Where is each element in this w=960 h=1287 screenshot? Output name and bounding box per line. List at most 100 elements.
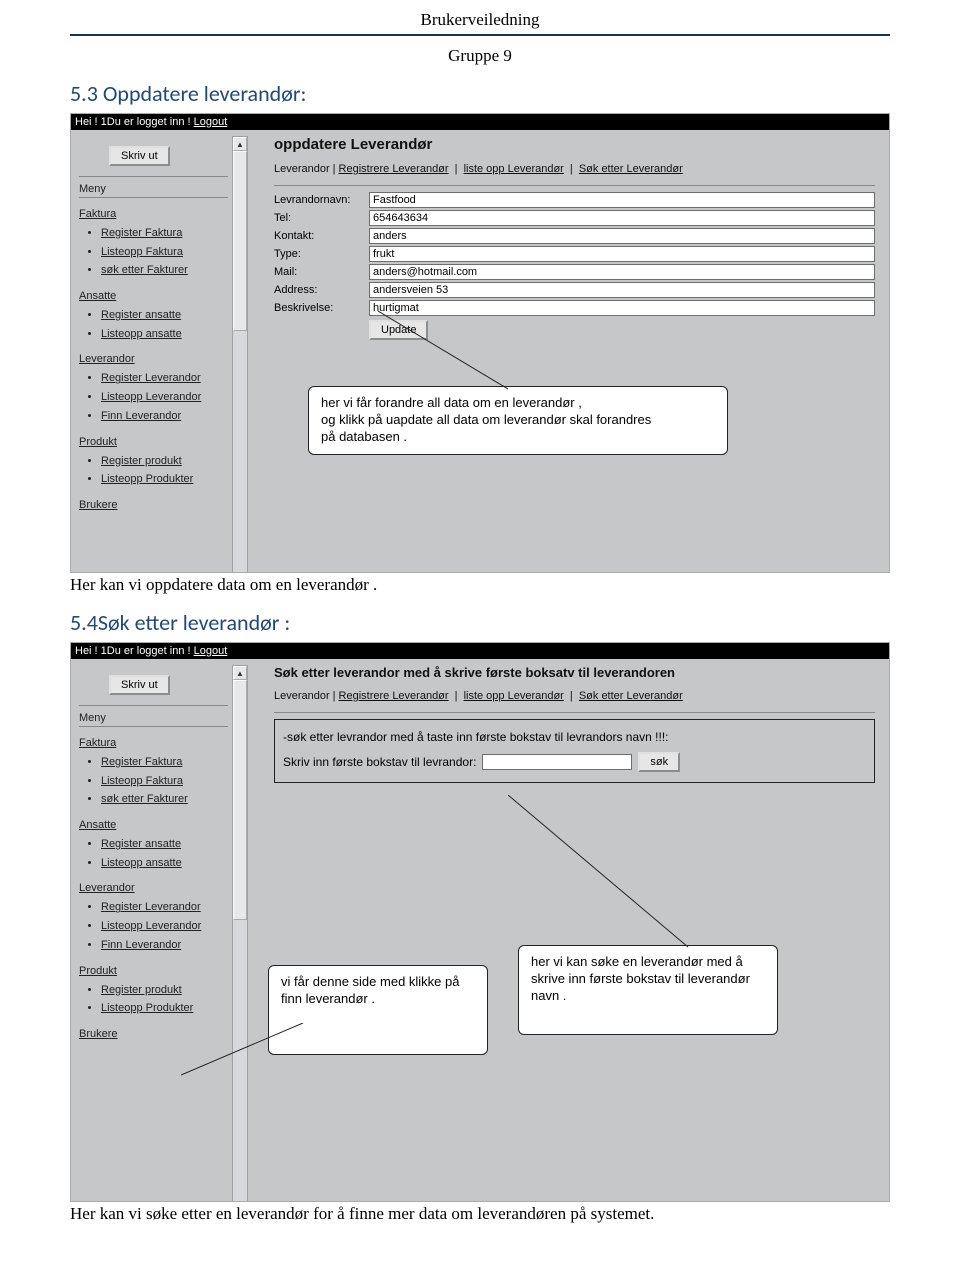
sidebar-item-register-produkt[interactable]: Register produkt [101, 452, 228, 471]
main-area: oppdatere Leverandør Leverandor | Registre… [248, 136, 883, 346]
crumb-registrere[interactable]: Registrere Leverandør [339, 690, 449, 702]
sidebar-item-listeopp-leverandor[interactable]: Listeopp Leverandor [101, 917, 228, 936]
label-levrandornavn: Levrandornavn: [274, 194, 369, 206]
logout-link[interactable]: Logout [194, 645, 228, 657]
greeting-text: Hei ! 1Du er logget inn ! [75, 645, 194, 657]
label-tel: Tel: [274, 212, 369, 224]
crumb-sep: | [570, 163, 573, 175]
topbar: Hei ! 1Du er logget inn ! Logout [71, 114, 889, 130]
breadcrumb: Leverandor | Registrere Leverandør | liste… [274, 690, 875, 702]
caption-54: Her kan vi søke etter en leverandør for … [70, 1204, 890, 1224]
input-address[interactable] [369, 282, 875, 298]
sidebar-section-leverandor: Leverandor [79, 882, 228, 894]
sidebar-section-faktura: Faktura [79, 737, 228, 749]
sidebar-item-sok-fakturer[interactable]: søk etter Fakturer [101, 261, 228, 280]
label-beskrivelse: Beskrivelse: [274, 302, 369, 314]
sidebar-item-register-faktura[interactable]: Register Faktura [101, 753, 228, 772]
doc-title: Brukerveiledning [70, 10, 890, 30]
crumb-sok[interactable]: Søk etter Leverandør [579, 690, 683, 702]
sidebar-item-listeopp-ansatte[interactable]: Listeopp ansatte [101, 325, 228, 344]
label-kontakt: Kontakt: [274, 230, 369, 242]
sidebar-item-register-leverandor[interactable]: Register Leverandor [101, 898, 228, 917]
search-panel: -søk etter levrandor med å taste inn før… [274, 719, 875, 783]
label-type: Type: [274, 248, 369, 260]
scroll-thumb[interactable] [233, 680, 247, 920]
breadcrumb: Leverandor | Registrere Leverandør | liste… [274, 163, 875, 175]
crumb-leverandor: Leverandor [274, 163, 330, 175]
sidebar-item-register-ansatte[interactable]: Register ansatte [101, 306, 228, 325]
crumb-liste[interactable]: liste opp Leverandør [464, 163, 564, 175]
row-tel: Tel: [274, 210, 875, 226]
crumb-sep: | [455, 690, 458, 702]
label-address: Address: [274, 284, 369, 296]
callout-update: her vi får forandre all data om en lever… [308, 386, 728, 455]
hr-line [70, 34, 890, 36]
sidebar-section-ansatte: Ansatte [79, 290, 228, 302]
crumb-sep: | [570, 690, 573, 702]
sidebar-section-ansatte: Ansatte [79, 819, 228, 831]
row-mail: Mail: [274, 264, 875, 280]
sidebar-item-listeopp-ansatte[interactable]: Listeopp ansatte [101, 854, 228, 873]
search-label: Skriv inn første bokstav til levrandor: [283, 755, 476, 769]
sidebar-item-finn-leverandor[interactable]: Finn Leverandor [101, 936, 228, 955]
callout-connector-right [508, 795, 698, 950]
scroll-thumb[interactable] [233, 151, 247, 331]
topbar: Hei ! 1Du er logget inn ! Logout [71, 643, 889, 659]
search-input[interactable] [482, 754, 632, 770]
sidebar-item-sok-fakturer[interactable]: søk etter Fakturer [101, 790, 228, 809]
screenshot-54: Hei ! 1Du er logget inn ! Logout Skriv u… [70, 642, 890, 1202]
input-kontakt[interactable] [369, 228, 875, 244]
sidebar-item-listeopp-leverandor[interactable]: Listeopp Leverandor [101, 388, 228, 407]
search-hint: -søk etter levrandor med å taste inn før… [283, 730, 866, 744]
screenshot-53: Hei ! 1Du er logget inn ! Logout Skriv u… [70, 113, 890, 573]
update-button[interactable]: Update [369, 320, 428, 340]
crumb-liste[interactable]: liste opp Leverandør [464, 690, 564, 702]
scroll-up-icon[interactable]: ▲ [233, 666, 247, 680]
input-type[interactable] [369, 246, 875, 262]
sidebar-item-listeopp-faktura[interactable]: Listeopp Faktura [101, 772, 228, 791]
sidebar-item-listeopp-faktura[interactable]: Listeopp Faktura [101, 243, 228, 262]
sidebar-item-listeopp-produkter[interactable]: Listeopp Produkter [101, 470, 228, 489]
sidebar-item-listeopp-produkter[interactable]: Listeopp Produkter [101, 999, 228, 1018]
row-kontakt: Kontakt: [274, 228, 875, 244]
sidebar: Skriv ut Meny Faktura Register Faktura L… [77, 665, 232, 1048]
sidebar-item-finn-leverandor[interactable]: Finn Leverandor [101, 407, 228, 426]
sidebar-section-leverandor: Leverandor [79, 353, 228, 365]
crumb-leverandor: Leverandor [274, 690, 330, 702]
page-title: Søk etter leverandor med å skrive første… [274, 665, 875, 680]
sidebar-scrollbar[interactable]: ▲ [232, 136, 248, 573]
callout-right: her vi kan søke en leverandør med å skri… [518, 945, 778, 1035]
search-button[interactable]: søk [638, 752, 680, 772]
row-address: Address: [274, 282, 875, 298]
input-mail[interactable] [369, 264, 875, 280]
section-title-54: 5.4Søk etter leverandør : [70, 609, 890, 636]
sidebar-item-register-leverandor[interactable]: Register Leverandor [101, 369, 228, 388]
sidebar-item-register-produkt[interactable]: Register produkt [101, 981, 228, 1000]
crumb-sep: | [455, 163, 458, 175]
row-beskrivelse: Beskrivelse: [274, 300, 875, 316]
sidebar-section-produkt: Produkt [79, 436, 228, 448]
row-type: Type: [274, 246, 875, 262]
main-area: Søk etter leverandor med å skrive første… [248, 665, 883, 795]
crumb-registrere[interactable]: Registrere Leverandør [339, 163, 449, 175]
input-tel[interactable] [369, 210, 875, 226]
scroll-up-icon[interactable]: ▲ [233, 137, 247, 151]
doc-group: Gruppe 9 [70, 46, 890, 66]
print-button[interactable]: Skriv ut [109, 675, 170, 695]
row-levrandornavn: Levrandornavn: [274, 192, 875, 208]
section-title-53: 5.3 Oppdatere leverandør: [70, 80, 890, 107]
crumb-sok[interactable]: Søk etter Leverandør [579, 163, 683, 175]
sidebar-item-register-ansatte[interactable]: Register ansatte [101, 835, 228, 854]
input-levrandornavn[interactable] [369, 192, 875, 208]
page-title: oppdatere Leverandør [274, 136, 875, 153]
sidebar-section-brukere: Brukere [79, 1028, 228, 1040]
greeting-text: Hei ! 1Du er logget inn ! [75, 116, 194, 128]
sidebar-section-produkt: Produkt [79, 965, 228, 977]
sidebar-item-register-faktura[interactable]: Register Faktura [101, 224, 228, 243]
logout-link[interactable]: Logout [194, 116, 228, 128]
sidebar-scrollbar[interactable]: ▲ [232, 665, 248, 1202]
print-button[interactable]: Skriv ut [109, 146, 170, 166]
input-beskrivelse[interactable] [369, 300, 875, 316]
sidebar: Skriv ut Meny Faktura Register Faktura L… [77, 136, 232, 519]
sidebar-section-brukere: Brukere [79, 499, 228, 511]
